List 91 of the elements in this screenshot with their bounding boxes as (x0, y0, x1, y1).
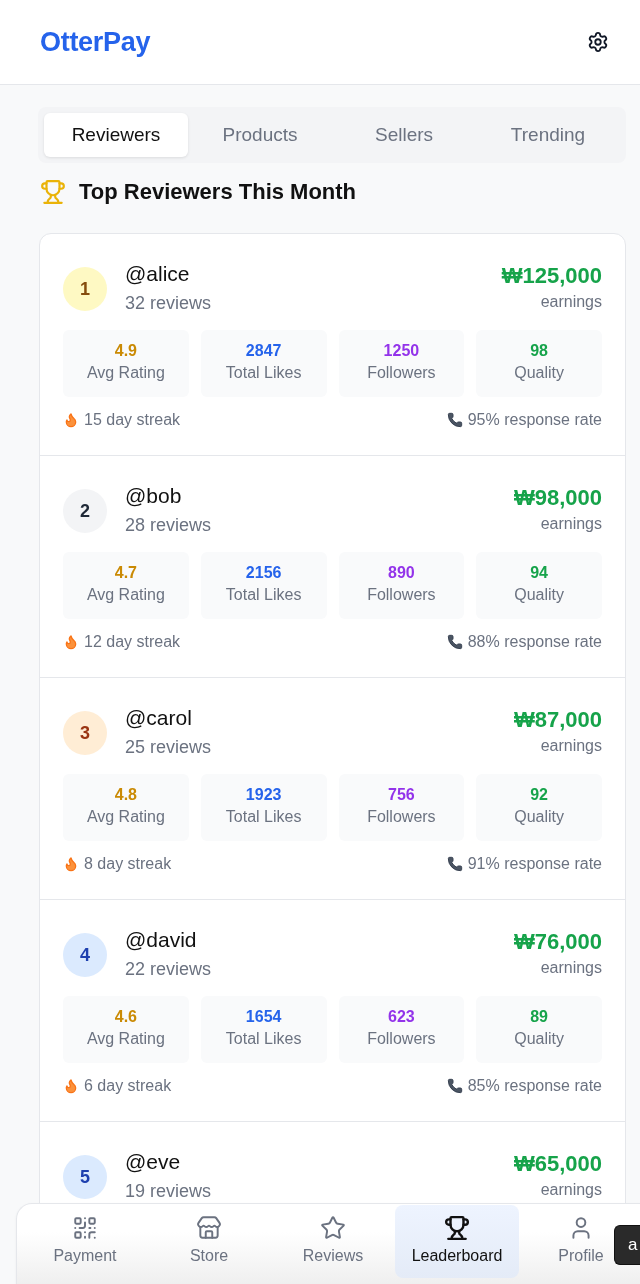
earnings-label: earnings (540, 958, 602, 978)
flame-icon (63, 412, 79, 428)
earnings-amount: ₩98,000 (513, 484, 602, 512)
stat-label: Avg Rating (86, 363, 165, 383)
stat-value: 4.9 (114, 341, 137, 361)
nav-item[interactable]: Reviews (271, 1205, 395, 1278)
stat-label: Followers (367, 807, 436, 827)
reviewer-handle: @bob (125, 483, 182, 509)
earnings-amount: ₩65,000 (513, 1150, 602, 1178)
rank-badge: 4 (63, 933, 107, 977)
review-count: 32 reviews (125, 292, 212, 315)
response-rate-text: 85% response rate (467, 1076, 602, 1096)
section-title: Top Reviewers This Month (79, 179, 357, 205)
stat-label: Quality (514, 1029, 564, 1049)
stat-value: 4.8 (114, 785, 137, 805)
qr-code-icon (72, 1215, 98, 1241)
stat-label: Total Likes (225, 1029, 302, 1049)
stat-value: 98 (530, 341, 548, 361)
app-logo: OtterPay (40, 26, 151, 58)
stat-label: Total Likes (225, 585, 302, 605)
tab[interactable]: Trending (476, 113, 620, 157)
stat-value: 4.7 (114, 563, 137, 583)
stat-value: 4.6 (114, 1007, 137, 1027)
stat-value: 623 (388, 1007, 415, 1027)
stat-value: 2156 (245, 563, 282, 583)
reviewer-handle: @eve (125, 1149, 181, 1175)
stat-value: 1654 (245, 1007, 282, 1027)
trophy-icon (40, 179, 66, 205)
earnings-label: earnings (540, 1180, 602, 1200)
review-count: 28 reviews (125, 514, 212, 537)
rank-badge: 3 (63, 711, 107, 755)
review-count: 25 reviews (125, 736, 212, 759)
stat-label: Total Likes (225, 807, 302, 827)
earnings-label: earnings (540, 514, 602, 534)
stat-value: 89 (530, 1007, 548, 1027)
stat-label: Followers (367, 585, 436, 605)
nav-item[interactable]: Leaderboard (395, 1205, 519, 1278)
flame-icon (63, 856, 79, 872)
stat-value: 756 (388, 785, 415, 805)
nav-item[interactable]: Store (147, 1205, 271, 1278)
reviewer-handle: @david (125, 927, 197, 953)
rank-badge: 2 (63, 489, 107, 533)
floating-chip[interactable]: a (614, 1225, 640, 1265)
stat-label: Avg Rating (86, 807, 165, 827)
streak-text: 6 day streak (84, 1076, 172, 1096)
stat-label: Avg Rating (86, 585, 165, 605)
stat-label: Quality (514, 585, 564, 605)
stat-value: 890 (388, 563, 415, 583)
rank-badge: 1 (63, 267, 107, 311)
star-icon (320, 1215, 346, 1241)
streak-text: 12 day streak (84, 632, 181, 652)
response-rate-text: 95% response rate (467, 410, 602, 430)
settings-icon (587, 31, 609, 53)
earnings-amount: ₩76,000 (513, 928, 602, 956)
earnings-amount: ₩87,000 (513, 706, 602, 734)
stat-label: Quality (514, 363, 564, 383)
phone-icon (446, 634, 463, 650)
stat-value: 1250 (383, 341, 420, 361)
store-icon (196, 1215, 222, 1241)
review-count: 22 reviews (125, 958, 212, 981)
stat-label: Quality (514, 807, 564, 827)
stat-label: Followers (367, 1029, 436, 1049)
phone-icon (446, 1078, 463, 1094)
phone-icon (446, 856, 463, 872)
stat-label: Followers (367, 363, 436, 383)
earnings-amount: ₩125,000 (501, 262, 602, 290)
nav-item[interactable]: Payment (23, 1205, 147, 1278)
tab[interactable]: Products (188, 113, 332, 157)
settings-button[interactable] (587, 31, 609, 53)
phone-icon (446, 412, 463, 428)
stat-label: Total Likes (225, 363, 302, 383)
flame-icon (63, 634, 79, 650)
response-rate-text: 88% response rate (467, 632, 602, 652)
earnings-label: earnings (540, 736, 602, 756)
reviewer-handle: @alice (125, 261, 190, 287)
streak-text: 8 day streak (84, 854, 172, 874)
stat-label: Avg Rating (86, 1029, 165, 1049)
stat-value: 94 (530, 563, 548, 583)
stat-value: 92 (530, 785, 548, 805)
rank-badge: 5 (63, 1155, 107, 1199)
review-count: 19 reviews (125, 1180, 212, 1203)
flame-icon (63, 1078, 79, 1094)
earnings-label: earnings (540, 292, 602, 312)
response-rate-text: 91% response rate (467, 854, 602, 874)
tab[interactable]: Sellers (332, 113, 476, 157)
streak-text: 15 day streak (84, 410, 181, 430)
trophy-icon (444, 1215, 470, 1241)
reviewer-handle: @carol (125, 705, 192, 731)
stat-value: 1923 (245, 785, 282, 805)
stat-value: 2847 (245, 341, 282, 361)
tab[interactable]: Reviewers (44, 113, 188, 157)
